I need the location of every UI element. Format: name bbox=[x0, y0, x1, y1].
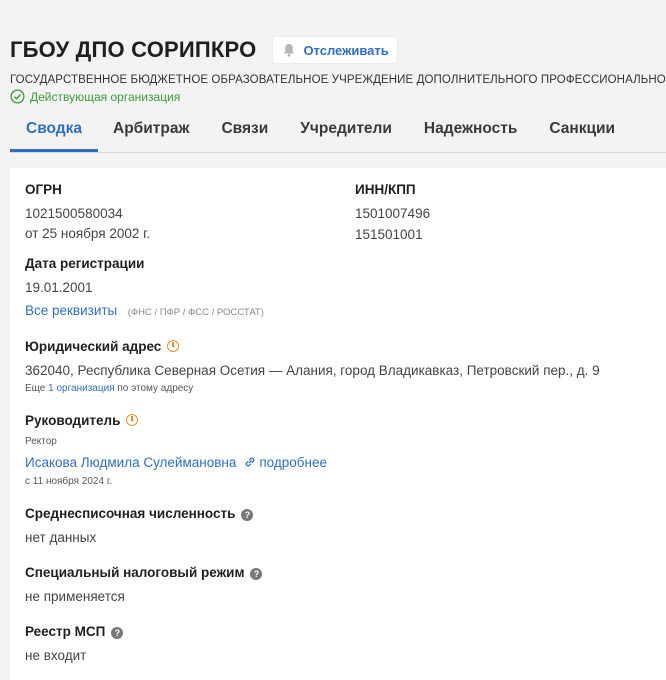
tab-arbitrazh[interactable]: Арбитраж bbox=[98, 116, 205, 152]
address-more-suffix: по этому адресу bbox=[117, 383, 194, 394]
tab-svyazi[interactable]: Связи bbox=[205, 116, 284, 152]
status-text: Действующая организация bbox=[30, 89, 181, 104]
msp-value: не входит bbox=[25, 648, 87, 663]
page-title: ГБОУ ДПО СОРИПКРО bbox=[10, 37, 257, 62]
legal-address-value: 362040, Республика Северная Осетия — Ала… bbox=[25, 363, 600, 378]
inn-kpp-label: ИНН/КПП bbox=[355, 182, 416, 197]
registration-date-value: 19.01.2001 bbox=[25, 280, 93, 295]
tab-nadezhnost[interactable]: Надежность bbox=[408, 116, 533, 152]
link-icon bbox=[246, 457, 255, 467]
registration-date-label: Дата регистрации bbox=[25, 256, 145, 271]
clock-icon[interactable] bbox=[126, 414, 139, 426]
address-more-link[interactable]: 1 организация bbox=[48, 383, 114, 394]
msp-heading: Реестр МСП? bbox=[25, 624, 124, 639]
head-heading: Руководитель bbox=[25, 413, 139, 428]
follow-button-label: Отслеживать bbox=[303, 42, 389, 58]
all-requisites-link[interactable]: Все реквизиты bbox=[25, 303, 117, 318]
head-name-link[interactable]: Исакова Людмила Сулеймановна bbox=[25, 455, 236, 470]
tax-regime-heading: Специальный налоговый режим? bbox=[25, 565, 263, 580]
tax-regime-value: не применяется bbox=[25, 589, 125, 604]
summary-card: ОГРН 1021500580034 от 25 ноября 2002 г. … bbox=[10, 168, 666, 680]
requisites-row: Все реквизиты (ФНС / ПФР / ФСС / РОССТАТ… bbox=[25, 302, 264, 320]
requisites-note: (ФНС / ПФР / ФСС / РОССТАТ) bbox=[127, 307, 264, 318]
staff-heading: Среднесписочная численность? bbox=[25, 506, 254, 521]
question-icon[interactable]: ? bbox=[111, 627, 124, 639]
follow-button[interactable]: Отслеживать bbox=[272, 36, 398, 64]
tab-svodka[interactable]: Сводка bbox=[10, 116, 98, 152]
question-icon[interactable]: ? bbox=[250, 568, 263, 580]
title-row: ГБОУ ДПО СОРИПКРО Отслеживать bbox=[10, 36, 398, 64]
tab-uchrediteli[interactable]: Учредители bbox=[284, 116, 408, 152]
head-role: Ректор bbox=[25, 436, 57, 447]
ogrn-label: ОГРН bbox=[25, 182, 62, 197]
tab-sanktsii[interactable]: Санкции bbox=[533, 116, 631, 152]
address-more-row: Еще 1 организация по этому адресу bbox=[25, 383, 193, 394]
kpp-value: 151501001 bbox=[355, 227, 423, 242]
tabs: Сводка Арбитраж Связи Учредители Надежно… bbox=[10, 116, 666, 153]
inn-value: 1501007496 bbox=[355, 206, 431, 221]
legal-address-heading: Юридический адрес bbox=[25, 339, 180, 354]
ogrn-date: от 25 ноября 2002 г. bbox=[25, 226, 151, 241]
full-org-name: ГОСУДАРСТВЕННОЕ БЮДЖЕТНОЕ ОБРАЗОВАТЕЛЬНО… bbox=[10, 74, 666, 86]
head-name-row: Исакова Людмила Сулеймановна подробнее bbox=[25, 454, 327, 472]
ogrn-value: 1021500580034 bbox=[25, 206, 123, 221]
head-since: с 11 ноября 2024 г. bbox=[25, 476, 113, 487]
staff-label: Среднесписочная численность bbox=[25, 506, 236, 521]
bell-icon bbox=[284, 44, 295, 57]
staff-value: нет данных bbox=[25, 530, 97, 545]
head-label: Руководитель bbox=[25, 413, 121, 428]
question-icon[interactable]: ? bbox=[241, 509, 254, 521]
tax-regime-label: Специальный налоговый режим bbox=[25, 565, 245, 580]
status-badge: Действующая организация bbox=[10, 89, 180, 104]
check-circle-icon bbox=[10, 89, 25, 104]
head-more-link[interactable]: подробнее bbox=[259, 455, 327, 470]
address-more-prefix: Еще bbox=[25, 383, 46, 394]
legal-address-label: Юридический адрес bbox=[25, 339, 162, 354]
header: ГБОУ ДПО СОРИПКРО Отслеживать ГОСУДАРСТВ… bbox=[0, 0, 666, 153]
clock-icon[interactable] bbox=[167, 340, 180, 352]
msp-label: Реестр МСП bbox=[25, 624, 106, 639]
